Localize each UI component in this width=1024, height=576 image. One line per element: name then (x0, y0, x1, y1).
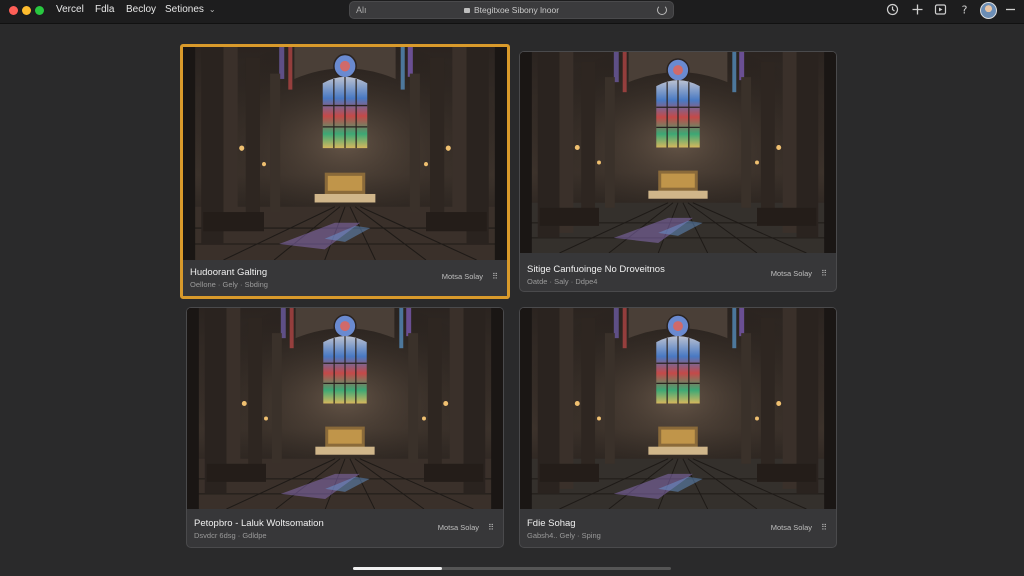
plus-icon[interactable] (910, 3, 924, 17)
close-window-button[interactable] (9, 6, 18, 15)
reload-icon[interactable] (657, 5, 667, 15)
card-title: Petopbro - Laluk Woltsomation (194, 518, 324, 529)
address-text: Btegitxoe Sibony lnoor (473, 5, 560, 15)
card-action-button[interactable]: Motsa Solay (771, 523, 812, 532)
photo-card[interactable]: Petopbro - Laluk Woltsomation Dsvdcr 6ds… (186, 307, 504, 548)
card-title: Sitige Canfuoinge No Droveitnos (527, 264, 665, 275)
address-text-row: Btegitxoe Sibony lnoor (350, 5, 673, 15)
card-meta: Oellone · Gely · Sbding (190, 280, 268, 289)
card-action-button[interactable]: Motsa Solay (442, 272, 483, 281)
card-meta: Oatde · Saly · Ddpe4 (527, 277, 598, 286)
menu-item-becloy[interactable]: Becloy (126, 4, 156, 15)
photo-card[interactable]: Fdie Sohag Gabsh4.. Gely · Sping Motsa S… (519, 307, 837, 548)
grip-icon[interactable]: ⠿ (821, 523, 827, 532)
card-title: Hudoorant Galting (190, 267, 268, 278)
card-meta: Gabsh4.. Gely · Sping (527, 531, 601, 540)
grip-icon[interactable]: ⠿ (821, 269, 827, 278)
svg-text:?: ? (961, 4, 967, 17)
help-icon[interactable]: ? (957, 3, 971, 17)
address-bar[interactable]: Alı Btegitxoe Sibony lnoor (349, 1, 674, 19)
chevron-down-icon: ⌄ (208, 5, 216, 14)
lock-icon (463, 8, 470, 13)
zoom-window-button[interactable] (35, 6, 44, 15)
photo-thumbnail[interactable] (183, 47, 507, 260)
photo-card[interactable]: Sitige Canfuoinge No Droveitnos Oatde · … (519, 51, 837, 292)
menu-item-setiones-label: Setiones (165, 4, 204, 15)
photo-thumbnail[interactable] (187, 308, 503, 509)
grip-icon[interactable]: ⠿ (492, 272, 498, 281)
menu-item-fdla[interactable]: Fdla (95, 4, 114, 15)
photo-thumbnail[interactable] (520, 52, 836, 253)
card-action-button[interactable]: Motsa Solay (771, 269, 812, 278)
card-action-button[interactable]: Motsa Solay (438, 523, 479, 532)
menu-item-vercel[interactable]: Vercel (56, 4, 84, 15)
card-title: Fdie Sohag (527, 518, 576, 529)
avatar[interactable] (980, 2, 997, 19)
play-icon[interactable] (933, 3, 947, 17)
history-icon[interactable] (885, 3, 899, 17)
photo-thumbnail[interactable] (520, 308, 836, 509)
horizontal-scrollbar[interactable] (353, 567, 671, 570)
title-bar: Vercel Fdla Becloy Setiones ⌄ Alı Btegitx… (0, 0, 1024, 24)
minimize-window-button[interactable] (22, 6, 31, 15)
grip-icon[interactable]: ⠿ (488, 523, 494, 532)
photo-card[interactable]: Hudoorant Galting Oellone · Gely · Sbdin… (180, 44, 510, 299)
menu-item-setiones[interactable]: Setiones ⌄ (165, 4, 216, 15)
minimize-icon[interactable] (1003, 3, 1017, 17)
card-meta: Dsvdcr 6dsg · Gdldpe (194, 531, 267, 540)
scrollbar-thumb[interactable] (353, 567, 443, 570)
